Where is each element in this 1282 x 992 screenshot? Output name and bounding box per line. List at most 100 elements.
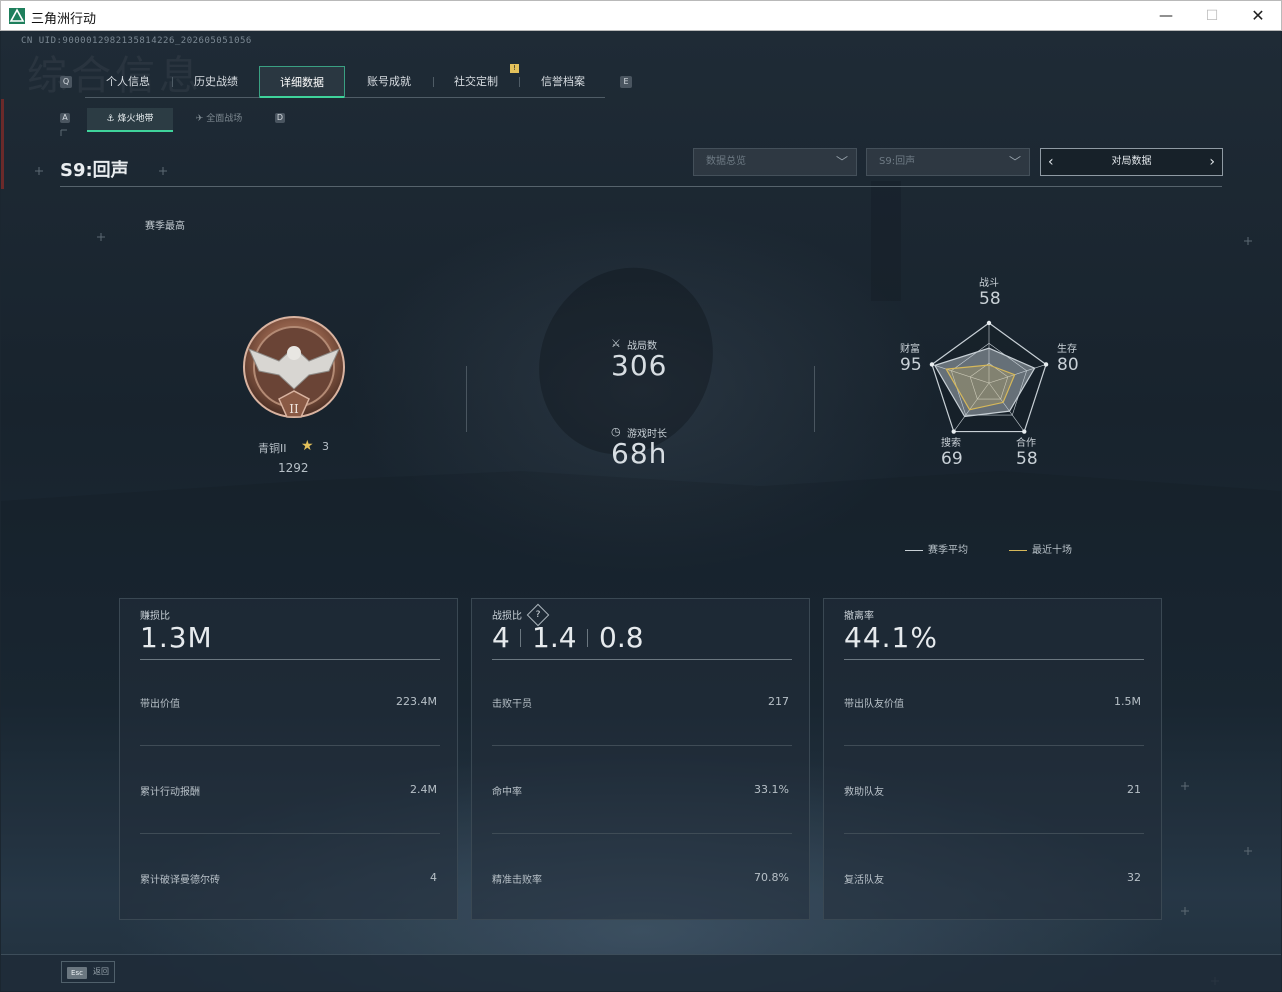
row-divider: [844, 745, 1144, 746]
teammate-value-label: 带出队友价值: [844, 699, 904, 710]
radar-value-survival: 80: [1057, 355, 1079, 375]
season-dropdown[interactable]: S9:回声 ﹀: [866, 148, 1030, 176]
game-viewport: 综合信息 CN UID:9000012982135814226_20260505…: [1, 31, 1281, 991]
radar-vertex-dot: [1043, 362, 1049, 367]
row-divider: [492, 833, 792, 834]
section-divider: [814, 366, 815, 432]
operations-icon: ⚓: [106, 114, 118, 124]
match-data-label: 对局数据: [1111, 156, 1152, 167]
subtab-next-key-hint: D: [275, 113, 285, 123]
radar-label-combat: 战斗: [979, 278, 999, 289]
radar-value-cooperation: 58: [1016, 449, 1038, 469]
row-divider: [844, 833, 1144, 834]
profit-ratio-value: 1.3M: [140, 621, 213, 654]
maximize-button[interactable]: ☐: [1189, 1, 1235, 31]
kd-value-3: 0.8: [599, 621, 644, 654]
tab-credit-record[interactable]: 信誉档案: [520, 66, 606, 98]
radar-label-cooperation: 合作: [1016, 438, 1036, 449]
legend-swatch-recent: [1009, 549, 1027, 551]
subtab-warfare-label: 全面战场: [206, 114, 243, 124]
player-uid: CN UID:9000012982135814226_202605051056: [21, 36, 252, 46]
legend-recent-ten: 最近十场: [1009, 541, 1072, 556]
operators-defeated-label: 击败干员: [492, 699, 532, 710]
operators-defeated-value: 217: [768, 695, 789, 708]
tab-next-key-hint: E: [620, 76, 632, 88]
star-icon: ★: [301, 438, 314, 454]
season-best-label: 赛季最高: [145, 221, 185, 232]
combat-stats-card: 战损比? 4 1.4 0.8 击败干员 217 命中率 33.1% 精准击败率 …: [471, 598, 810, 920]
radar-vertex-dot: [986, 320, 992, 326]
kd-value-1: 4: [492, 621, 510, 654]
extracted-value-label: 带出价值: [140, 699, 180, 710]
subtab-warfare[interactable]: ✈ 全面战场: [179, 108, 259, 130]
row-divider: [492, 745, 792, 746]
warfare-icon: ✈: [195, 114, 207, 124]
data-overview-dropdown-label: 数据总览: [706, 156, 746, 167]
window-title: 三角洲行动: [31, 12, 97, 27]
legend-swatch-average: [905, 549, 923, 551]
back-button[interactable]: Esc 返回: [61, 961, 115, 983]
window-titlebar: 三角洲行动 — ☐ ✕: [0, 0, 1282, 31]
chevron-down-icon: ﹀: [1008, 155, 1021, 169]
rank-medal-icon: II: [243, 316, 345, 418]
section-divider: [466, 366, 467, 432]
rank-star-count: 3: [322, 440, 329, 453]
teammates-rescued-value: 21: [1127, 783, 1141, 796]
radar-value-search: 69: [941, 449, 963, 469]
profit-stats-card: 赚损比 1.3M 带出价值 223.4M 累计行动报酬 2.4M 累计破译曼德尔…: [119, 598, 458, 920]
data-overview-dropdown[interactable]: 数据总览 ﹀: [693, 148, 857, 176]
legend-season-average-label: 赛季平均: [928, 545, 968, 556]
extracted-value: 223.4M: [396, 695, 437, 708]
extraction-stats-card: 撤离率 44.1% 带出队友价值 1.5M 救助队友 21 复活队友 32: [823, 598, 1162, 920]
subtab-operations-label: 烽火地带: [117, 114, 154, 124]
tab-prev-key-hint: Q: [60, 76, 72, 88]
radar-label-wealth: 财富: [900, 344, 920, 355]
kd-separator: [520, 629, 521, 647]
extraction-rate-value: 44.1%: [844, 621, 938, 654]
card-header-divider: [492, 659, 792, 660]
legend-season-average: 赛季平均: [905, 541, 968, 556]
card-header-divider: [844, 659, 1144, 660]
left-accent-bar: [1, 99, 4, 189]
precision-kill-value: 70.8%: [754, 871, 789, 884]
row-divider: [140, 833, 440, 834]
teammates-revived-value: 32: [1127, 871, 1141, 884]
chevron-right-icon[interactable]: ›: [1209, 149, 1215, 175]
radar-vertex-dot: [929, 362, 935, 367]
radar-value-combat: 58: [979, 289, 1001, 309]
rank-score: 1292: [278, 461, 309, 475]
matches-value: 306: [611, 349, 668, 382]
rank-tier-numeral: II: [289, 402, 299, 416]
subtab-prev-key-hint: A: [60, 113, 70, 123]
extraction-rate-label: 撤离率: [844, 611, 874, 622]
chevron-down-icon: ﹀: [835, 155, 848, 169]
mission-reward-label: 累计行动报酬: [140, 787, 200, 798]
tab-personal-info[interactable]: 个人信息: [85, 66, 171, 98]
close-button[interactable]: ✕: [1235, 1, 1281, 31]
minimize-button[interactable]: —: [1143, 1, 1189, 31]
tab-social[interactable]: 社交定制: [433, 66, 519, 98]
season-title: S9:回声: [60, 160, 129, 181]
tab-achievements[interactable]: 账号成就: [346, 66, 432, 98]
bottom-bar: Esc 返回: [1, 954, 1281, 991]
tab-detailed-data[interactable]: 详细数据: [259, 66, 345, 98]
chevron-left-icon[interactable]: ‹: [1048, 149, 1054, 175]
esc-key-hint: Esc: [67, 967, 87, 979]
match-data-selector: ‹ 对局数据 ›: [1040, 148, 1223, 176]
kd-separator: [587, 629, 588, 647]
tab-history[interactable]: 历史战绩: [173, 66, 259, 98]
subtab-operations[interactable]: ⚓ 烽火地带: [87, 108, 173, 132]
back-button-label: 返回: [93, 967, 109, 976]
decrypted-bricks-value: 4: [430, 871, 437, 884]
teammates-revived-label: 复活队友: [844, 875, 884, 886]
app-logo-icon: [9, 8, 25, 24]
rank-name: 青铜II: [258, 442, 287, 455]
season-dropdown-label: S9:回声: [879, 156, 916, 167]
teammates-rescued-label: 救助队友: [844, 787, 884, 798]
season-divider: [60, 186, 1222, 187]
card-header-divider: [140, 659, 440, 660]
precision-kill-label: 精准击败率: [492, 875, 542, 886]
accuracy-value: 33.1%: [754, 783, 789, 796]
kd-value-2: 1.4: [532, 621, 577, 654]
row-divider: [140, 745, 440, 746]
